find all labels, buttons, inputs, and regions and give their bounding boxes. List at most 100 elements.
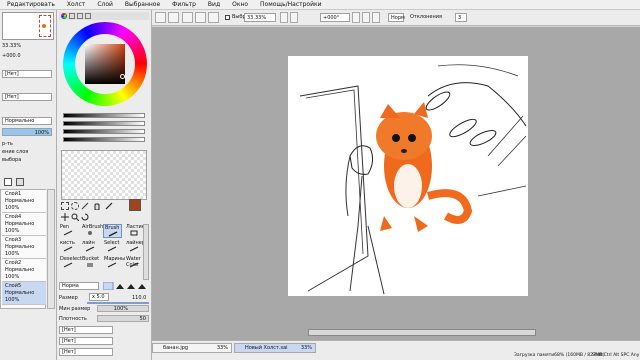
layer-item[interactable]: Слой4 Нормально 100% <box>2 213 46 236</box>
modifier-keys: Shift Ctrl Alt SPC Any <box>592 353 640 358</box>
tool-line[interactable]: лайн <box>81 240 100 254</box>
tool-eraser[interactable]: Ластик <box>125 224 145 238</box>
menu-filter[interactable]: Фильтр <box>165 1 201 8</box>
hsv-mode-icon[interactable] <box>77 13 83 19</box>
min-size-label: Мин размер <box>59 306 91 312</box>
canvas-horizontal-scrollbar[interactable] <box>308 329 536 336</box>
layer-item[interactable]: Слой2 Нормально 100% <box>2 259 46 282</box>
menu-layer[interactable]: Слой <box>90 1 118 8</box>
eyedropper-icon[interactable] <box>105 202 113 210</box>
rotate-right-button[interactable] <box>290 12 298 23</box>
swatch-mode-icon[interactable] <box>85 13 91 19</box>
layer-opacity: 100% <box>5 228 20 234</box>
brush-shape-selector[interactable] <box>102 281 149 291</box>
rotation-field[interactable]: +000° <box>320 13 350 22</box>
density-slider[interactable]: 50 <box>97 315 149 322</box>
canvas-paper[interactable] <box>288 56 528 296</box>
hsv-slider-h[interactable] <box>63 113 145 118</box>
delete-layer-icon[interactable] <box>16 178 24 186</box>
menu-canvas[interactable]: Холст <box>60 1 90 8</box>
status-bar: банан.jpg 33% Новый Холст.sai 33% Загруз… <box>152 340 640 360</box>
hsv-slider-v[interactable] <box>63 129 145 134</box>
magic-wand-icon[interactable] <box>81 202 89 210</box>
rgb-mode-icon[interactable] <box>69 13 75 19</box>
min-size-slider[interactable]: 100% <box>97 305 149 312</box>
layer-name: Слой1 <box>5 191 22 197</box>
zoom-out-button[interactable] <box>208 12 219 23</box>
stabilizer-label: Отклонения <box>410 14 442 20</box>
document-tab-zoom: 33% <box>216 345 228 351</box>
brush-blend-select[interactable]: Норма <box>59 282 99 290</box>
menu-edit[interactable]: Редактировать <box>0 1 60 8</box>
layer-opacity: 100% <box>5 297 20 303</box>
layer-dropdown-2[interactable]: [Нет] <box>2 93 52 101</box>
opacity-slider[interactable]: 100% <box>2 128 52 136</box>
document-tab[interactable]: банан.jpg 33% <box>152 343 232 353</box>
rotate-cw-button[interactable] <box>362 12 370 23</box>
layer-name: Слой2 <box>5 260 22 266</box>
rotate-icon[interactable] <box>81 213 89 221</box>
layer-mode: Нормально <box>5 244 35 250</box>
blend-mode-field[interactable]: Норм <box>388 13 405 22</box>
layer-item-selected[interactable]: Слой5 Нормально 100% <box>2 282 46 305</box>
top-toolbar: Выбранное 33.33% +000° Норм Отклонения 3 <box>152 10 640 26</box>
tool-brush-selected[interactable]: Brush <box>103 224 122 238</box>
lasso-icon[interactable] <box>71 202 79 210</box>
stabilizer-field[interactable]: 3 <box>455 13 467 22</box>
document-tab-active[interactable]: Новый Холст.sai 33% <box>234 343 316 353</box>
density-label: Плотность <box>59 316 87 322</box>
flip-button[interactable] <box>372 12 380 23</box>
size-value: 110.0 <box>132 295 147 301</box>
hue-wheel[interactable] <box>63 22 147 106</box>
size-multiplier[interactable]: x 5.0 <box>89 293 109 301</box>
zoom-fit-button[interactable] <box>182 12 193 23</box>
layer-item[interactable]: Слой1 Нормально 100% <box>2 190 46 213</box>
zoom-in-button[interactable] <box>195 12 206 23</box>
tool-deselect[interactable]: Deselect <box>59 256 82 270</box>
tool-select[interactable]: Select <box>103 240 122 254</box>
zoom-icon[interactable] <box>71 213 80 222</box>
layer-opacity: 100% <box>5 251 20 257</box>
size-slider[interactable] <box>87 302 149 304</box>
hsv-slider-s[interactable] <box>63 121 145 126</box>
navigator-preview[interactable] <box>2 12 54 40</box>
layer-name: Слой5 <box>5 283 22 289</box>
selection-outline-button[interactable] <box>155 12 166 23</box>
menu-help-settings[interactable]: Помощь/Настройки <box>253 1 326 8</box>
tool-custom-brush[interactable]: кисть <box>59 240 78 254</box>
opacity-color-slider[interactable] <box>63 137 145 142</box>
blend-mode-select[interactable]: Нормально <box>2 117 52 125</box>
texture-select-2[interactable]: [Нет] <box>59 337 113 345</box>
texture-select-3[interactable]: [Нет] <box>59 348 113 356</box>
tool-watercolor[interactable]: Water Color <box>125 256 144 270</box>
menu-window[interactable]: Окно <box>225 1 253 8</box>
menu-view[interactable]: Вид <box>201 1 225 8</box>
layer-list-scrollbar[interactable] <box>47 189 55 309</box>
deselect-button[interactable] <box>168 12 179 23</box>
zoom-field[interactable]: 33.33% <box>244 13 276 22</box>
hand-icon[interactable] <box>93 202 101 211</box>
new-layer-icon[interactable] <box>4 178 12 186</box>
color-wheel-mode-icon[interactable] <box>61 13 67 19</box>
tool-airbrush[interactable]: AirBrush <box>81 224 103 238</box>
size-label: Размер <box>59 295 78 301</box>
move-icon[interactable] <box>61 213 69 221</box>
saturation-value-square[interactable] <box>85 44 125 84</box>
menu-selection[interactable]: Выбранное <box>118 1 165 8</box>
rotation-reset-button[interactable] <box>352 12 360 23</box>
tool-bucket[interactable]: Bucket <box>81 256 100 270</box>
rect-select-icon[interactable] <box>61 202 69 210</box>
scratchpad[interactable] <box>61 150 147 200</box>
layer-dropdown-1[interactable]: [Нет] <box>2 70 52 78</box>
tool-marker[interactable]: Марины <box>103 256 125 270</box>
navigator-zoom: 33.33% <box>2 43 22 49</box>
layer-item[interactable]: Слой3 Нормально 100% <box>2 236 46 259</box>
color-picker-cursor[interactable] <box>120 74 125 79</box>
selected-checkbox[interactable] <box>225 15 230 20</box>
tool-liner[interactable]: лайнерт <box>125 240 148 254</box>
texture-select-1[interactable]: [Нет] <box>59 326 113 334</box>
tool-palette-scrollbar[interactable] <box>143 224 149 280</box>
tool-pen[interactable]: Pen <box>59 224 78 238</box>
foreground-color-swatch[interactable] <box>129 199 141 211</box>
rotate-left-button[interactable] <box>280 12 288 23</box>
